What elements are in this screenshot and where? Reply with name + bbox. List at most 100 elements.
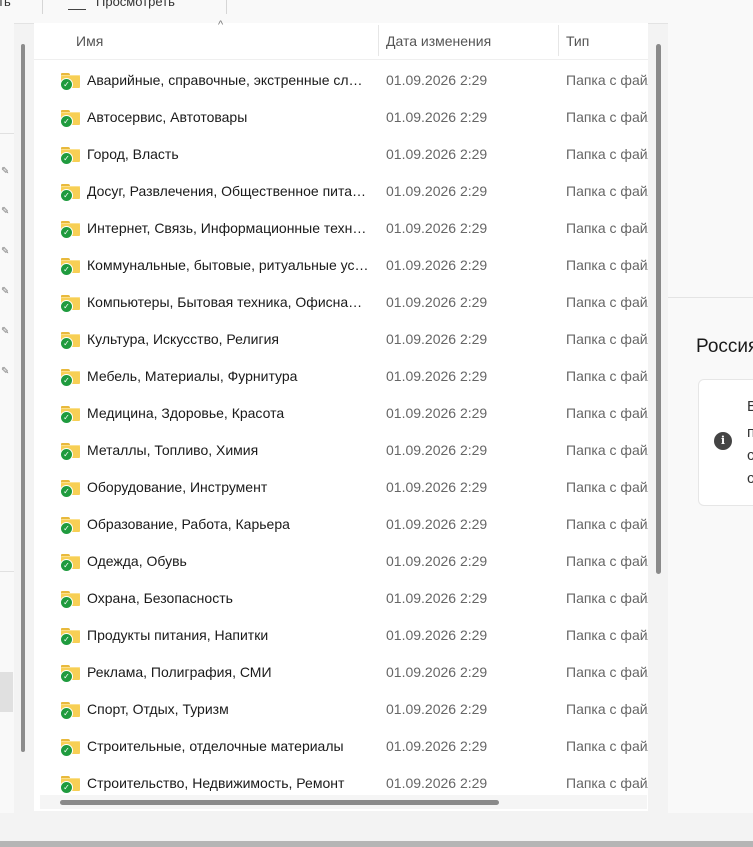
nav-selected-item[interactable] [0,672,13,712]
column-header-name[interactable]: Имя [76,33,103,49]
file-name[interactable]: Спорт, Отдых, Туризм [87,701,369,717]
file-date: 01.09.2026 2:29 [386,183,488,199]
file-row[interactable]: ✓ Образование, Работа, Карьера 01.09.2026 … [34,506,648,543]
pin-icon: ✎ [1,326,10,337]
file-name[interactable]: Компьютеры, Бытовая техника, Офисная тех… [87,294,369,310]
file-row[interactable]: ✓ Продукты питания, Напитки 01.09.2026 2:2… [34,617,648,654]
info-icon: i [714,432,732,450]
sync-status-icon: ✓ [60,707,73,720]
taskbar-edge [0,841,753,847]
command-bar: ть Просмотреть [0,0,753,24]
file-type: Папка с файлами [566,257,648,273]
file-name[interactable]: Металлы, Топливо, Химия [87,442,369,458]
sync-status-icon: ✓ [60,448,73,461]
file-name[interactable]: Охрана, Безопасность [87,590,369,606]
sort-ascending-icon: ^ [218,19,224,31]
file-type: Папка с файлами [566,146,648,162]
file-row[interactable]: ✓ Интернет, Связь, Информационные техноло… [34,210,648,247]
file-row[interactable]: ✓ Город, Власть 01.09.2026 2:29 Папка с фай… [34,136,648,173]
sync-status-icon: ✓ [60,559,73,572]
folder-synced-icon: ✓ [60,553,81,572]
file-name[interactable]: Город, Власть [87,146,369,162]
folder-synced-icon: ✓ [60,590,81,609]
file-name[interactable]: Культура, Искусство, Религия [87,331,369,347]
nav-divider [0,571,14,572]
file-row[interactable]: ✓ Коммунальные, бытовые, ритуальные услуг… [34,247,648,284]
file-date: 01.09.2026 2:29 [386,109,488,125]
file-name[interactable]: Мебель, Материалы, Фурнитура [87,368,369,384]
file-name[interactable]: Автосервис, Автотовары [87,109,369,125]
column-resize-handle[interactable] [558,25,559,56]
file-list-vertical-scrollbar[interactable] [656,44,661,574]
folder-synced-icon: ✓ [60,627,81,646]
pin-icon: ✎ [1,206,10,217]
file-date: 01.09.2026 2:29 [386,146,488,162]
file-date: 01.09.2026 2:29 [386,405,488,421]
folder-synced-icon: ✓ [60,331,81,350]
file-name[interactable]: Коммунальные, бытовые, ритуальные услуги [87,257,369,273]
file-date: 01.09.2026 2:29 [386,738,488,754]
file-row[interactable]: ✓ Аварийные, справочные, экстренные служб… [34,62,648,99]
file-type: Папка с файлами [566,738,648,754]
file-type: Папка с файлами [566,516,648,532]
file-name[interactable]: Образование, Работа, Карьера [87,516,369,532]
sync-status-icon: ✓ [60,115,73,128]
sync-status-icon: ✓ [60,781,73,794]
view-button-label: Просмотреть [96,0,175,9]
info-text-line: В [747,398,753,415]
file-name[interactable]: Оборудование, Инструмент [87,479,369,495]
file-type: Папка с файлами [566,479,648,495]
sync-status-icon: ✓ [60,670,73,683]
file-name[interactable]: Аварийные, справочные, экстренные службы [87,72,369,88]
view-button[interactable]: Просмотреть [68,0,175,10]
column-header-date[interactable]: Дата изменения [386,33,491,49]
column-header-type[interactable]: Тип [566,33,589,49]
folder-synced-icon: ✓ [60,72,81,91]
nav-divider [0,133,14,134]
file-row[interactable]: ✓ Компьютеры, Бытовая техника, Офисная те… [34,284,648,321]
sync-status-icon: ✓ [60,485,73,498]
folder-synced-icon: ✓ [60,109,81,128]
file-row[interactable]: ✓ Культура, Искусство, Религия 01.09.2026 … [34,321,648,358]
file-row[interactable]: ✓ Медицина, Здоровье, Красота 01.09.2026 2… [34,395,648,432]
file-date: 01.09.2026 2:29 [386,627,488,643]
file-row[interactable]: ✓ Металлы, Топливо, Химия 01.09.2026 2:29 П… [34,432,648,469]
file-row[interactable]: ✓ Строительные, отделочные материалы 01.09… [34,728,648,765]
folder-synced-icon: ✓ [60,479,81,498]
navigation-pane[interactable]: ✎ ✎ ✎ ✎ ✎ ✎ [0,23,14,813]
toolbar-left-button[interactable]: ть [0,0,11,9]
file-date: 01.09.2026 2:29 [386,294,488,310]
file-row[interactable]: ✓ Охрана, Безопасность 01.09.2026 2:29 Папк… [34,580,648,617]
folder-synced-icon: ✓ [60,220,81,239]
folder-synced-icon: ✓ [60,405,81,424]
file-name[interactable]: Досуг, Развлечения, Общественное питание [87,183,369,199]
navigation-scrollbar[interactable] [21,44,25,752]
file-row[interactable]: ✓ Спорт, Отдых, Туризм 01.09.2026 2:29 Папк… [34,691,648,728]
file-name[interactable]: Одежда, Обувь [87,553,369,569]
file-name[interactable]: Строительство, Недвижимость, Ремонт [87,775,369,791]
sync-status-icon: ✓ [60,300,73,313]
file-name[interactable]: Реклама, Полиграфия, СМИ [87,664,369,680]
file-row[interactable]: ✓ Оборудование, Инструмент 01.09.2026 2:29… [34,469,648,506]
file-row[interactable]: ✓ Реклама, Полиграфия, СМИ 01.09.2026 2:29… [34,654,648,691]
folder-synced-icon: ✓ [60,146,81,165]
file-name[interactable]: Интернет, Связь, Информационные технолог… [87,220,369,236]
file-date: 01.09.2026 2:29 [386,331,488,347]
file-row[interactable]: ✓ Досуг, Развлечения, Общественное питани… [34,173,648,210]
folder-synced-icon: ✓ [60,257,81,276]
details-title: Россия [696,336,753,357]
sync-status-icon: ✓ [60,263,73,276]
file-name[interactable]: Строительные, отделочные материалы [87,738,369,754]
file-row[interactable]: ✓ Одежда, Обувь 01.09.2026 2:29 Папка с фай… [34,543,648,580]
sync-status-icon: ✓ [60,189,73,202]
file-name[interactable]: Медицина, Здоровье, Красота [87,405,369,421]
file-date: 01.09.2026 2:29 [386,516,488,532]
pin-icon: ✎ [1,166,10,177]
file-date: 01.09.2026 2:29 [386,72,488,88]
column-resize-handle[interactable] [378,25,379,56]
file-name[interactable]: Продукты питания, Напитки [87,627,369,643]
file-list-horizontal-scrollbar[interactable] [60,800,499,805]
file-row[interactable]: ✓ Автосервис, Автотовары 01.09.2026 2:29 Па… [34,99,648,136]
file-row[interactable]: ✓ Мебель, Материалы, Фурнитура 01.09.2026 … [34,358,648,395]
file-type: Папка с файлами [566,590,648,606]
